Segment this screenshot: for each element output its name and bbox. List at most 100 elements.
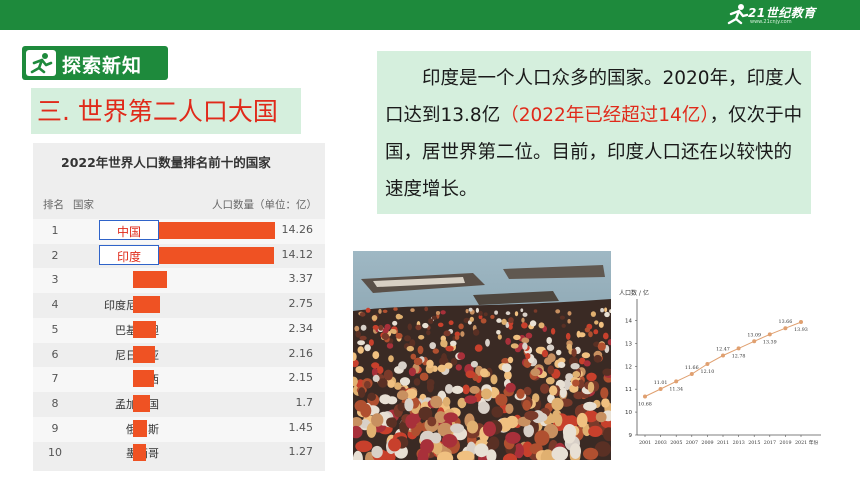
crowd-shape: [600, 308, 604, 313]
y-tick-label: 13: [625, 341, 632, 347]
data-label: 11.66: [685, 365, 699, 371]
crowd-shape: [581, 352, 591, 359]
data-point: [736, 346, 741, 351]
rank-label: 1: [51, 224, 59, 237]
rank-label: 7: [51, 372, 59, 386]
chart-row: 5巴基斯坦2.34: [33, 317, 325, 343]
crowd-shape: [562, 424, 577, 440]
crowd-shape: [408, 367, 416, 377]
crowd-shape: [572, 379, 580, 387]
crowd-shape: [514, 311, 519, 317]
crowd-shape: [604, 307, 608, 313]
crowd-shape: [529, 320, 537, 327]
crowd-shape: [450, 340, 457, 346]
y-tick-label: 9: [629, 433, 633, 439]
data-label: 13.09: [747, 332, 761, 338]
crowd-shape: [533, 309, 538, 313]
x-tick-label: 2019: [779, 440, 791, 446]
chart-title: 2022年世界人口数量排名前十的国家: [61, 155, 271, 170]
population-bar: [133, 370, 155, 388]
crowd-shape: [407, 323, 412, 331]
crowd-shape: [598, 321, 604, 328]
x-tick-label: 2003: [655, 440, 667, 446]
data-point: [721, 353, 725, 358]
crowd-shape: [365, 307, 371, 313]
crowd-shape: [507, 356, 514, 364]
crowd-shape: [392, 320, 398, 326]
crowd-shape: [382, 309, 388, 313]
crowd-shape: [428, 318, 434, 324]
description-box: 印度是一个人口众多的国家。2020年，印度人口达到13.8亿（2022年已经超过…: [377, 51, 811, 214]
crowd-shape: [372, 351, 380, 360]
crowd-shape: [450, 423, 465, 434]
rank-label: 3: [51, 273, 59, 287]
crowd-shape: [457, 352, 466, 360]
crowd-shape: [372, 374, 380, 382]
population-bar: [133, 394, 150, 412]
crowd-shape: [417, 345, 424, 355]
crowd-shape: [534, 430, 550, 446]
crowd-shape: [397, 314, 403, 319]
crowd-shape: [382, 327, 389, 334]
crowd-shape: [445, 345, 454, 352]
crowd-shape: [505, 311, 511, 316]
crowd-shape: [429, 342, 436, 350]
crowd-shape: [569, 443, 581, 459]
crowd-shape: [441, 434, 458, 448]
brand-logo[interactable]: 21世纪教育 www.21cnjy.com: [726, 2, 818, 28]
crowd-shape: [583, 447, 599, 460]
crowd-shape: [483, 421, 496, 437]
crowd-shape: [516, 388, 525, 399]
crowd-shape: [525, 332, 533, 339]
crowd-shape: [360, 324, 367, 331]
y-axis-label: 人口数 / 亿: [619, 289, 649, 297]
crowd-shape: [422, 322, 429, 329]
crowd-shape: [600, 387, 609, 399]
crowd-shape: [440, 340, 446, 347]
population-ranking-chart: 2022年世界人口数量排名前十的国家 排名 国家 人口数量（单位：亿） 1 中国 1…: [33, 143, 325, 471]
crowd-shape: [371, 413, 384, 427]
crowd-shape: [378, 324, 384, 331]
data-point: [674, 379, 679, 384]
crowd-shape: [494, 310, 498, 315]
x-tick-label: 2005: [670, 440, 682, 446]
crowd-shape: [538, 322, 545, 329]
crowd-shape: [566, 343, 573, 351]
crowd-shape: [522, 312, 528, 317]
crowd-shape: [418, 335, 425, 340]
crowd-shape: [576, 412, 588, 428]
data-label: 10.68: [638, 402, 652, 408]
data-point: [658, 386, 663, 391]
crowd-shape: [462, 384, 470, 395]
section-badge-label: 探索新知: [62, 55, 143, 77]
population-bar: [133, 320, 157, 338]
crowd-shape: [413, 357, 423, 366]
crowd-shape: [368, 339, 374, 346]
crowd-shape: [394, 382, 402, 390]
data-point: [767, 332, 772, 337]
crowd-shape: [367, 392, 376, 401]
crowd-shape: [415, 324, 422, 331]
value-column-header: 人口数量（单位：亿）: [212, 199, 317, 211]
chart-row: 3美国3.37: [33, 268, 325, 294]
crowd-shape: [530, 368, 541, 377]
crowd-shape: [588, 425, 603, 437]
value-label: 14.26: [281, 223, 314, 236]
crowd-shape: [445, 384, 453, 394]
chart-row: 8 孟加拉国 1.7: [33, 392, 325, 417]
x-tick-label: 2015: [748, 440, 760, 446]
crowd-shape: [508, 317, 514, 324]
crowd-shape: [430, 395, 443, 409]
crowd-shape: [388, 355, 394, 363]
runner-logo-icon: [727, 4, 748, 25]
crowd-shape: [363, 380, 371, 389]
value-label: 14.12: [281, 247, 314, 261]
data-label: 12.78: [732, 353, 746, 359]
crowd-shape: [426, 380, 434, 393]
crowd-shape: [546, 337, 552, 344]
crowd-shape: [597, 342, 606, 351]
y-tick-label: 10: [625, 410, 632, 416]
crowd-shape: [524, 410, 539, 421]
crowd-shape: [443, 330, 451, 337]
crowd-shape: [355, 330, 361, 338]
